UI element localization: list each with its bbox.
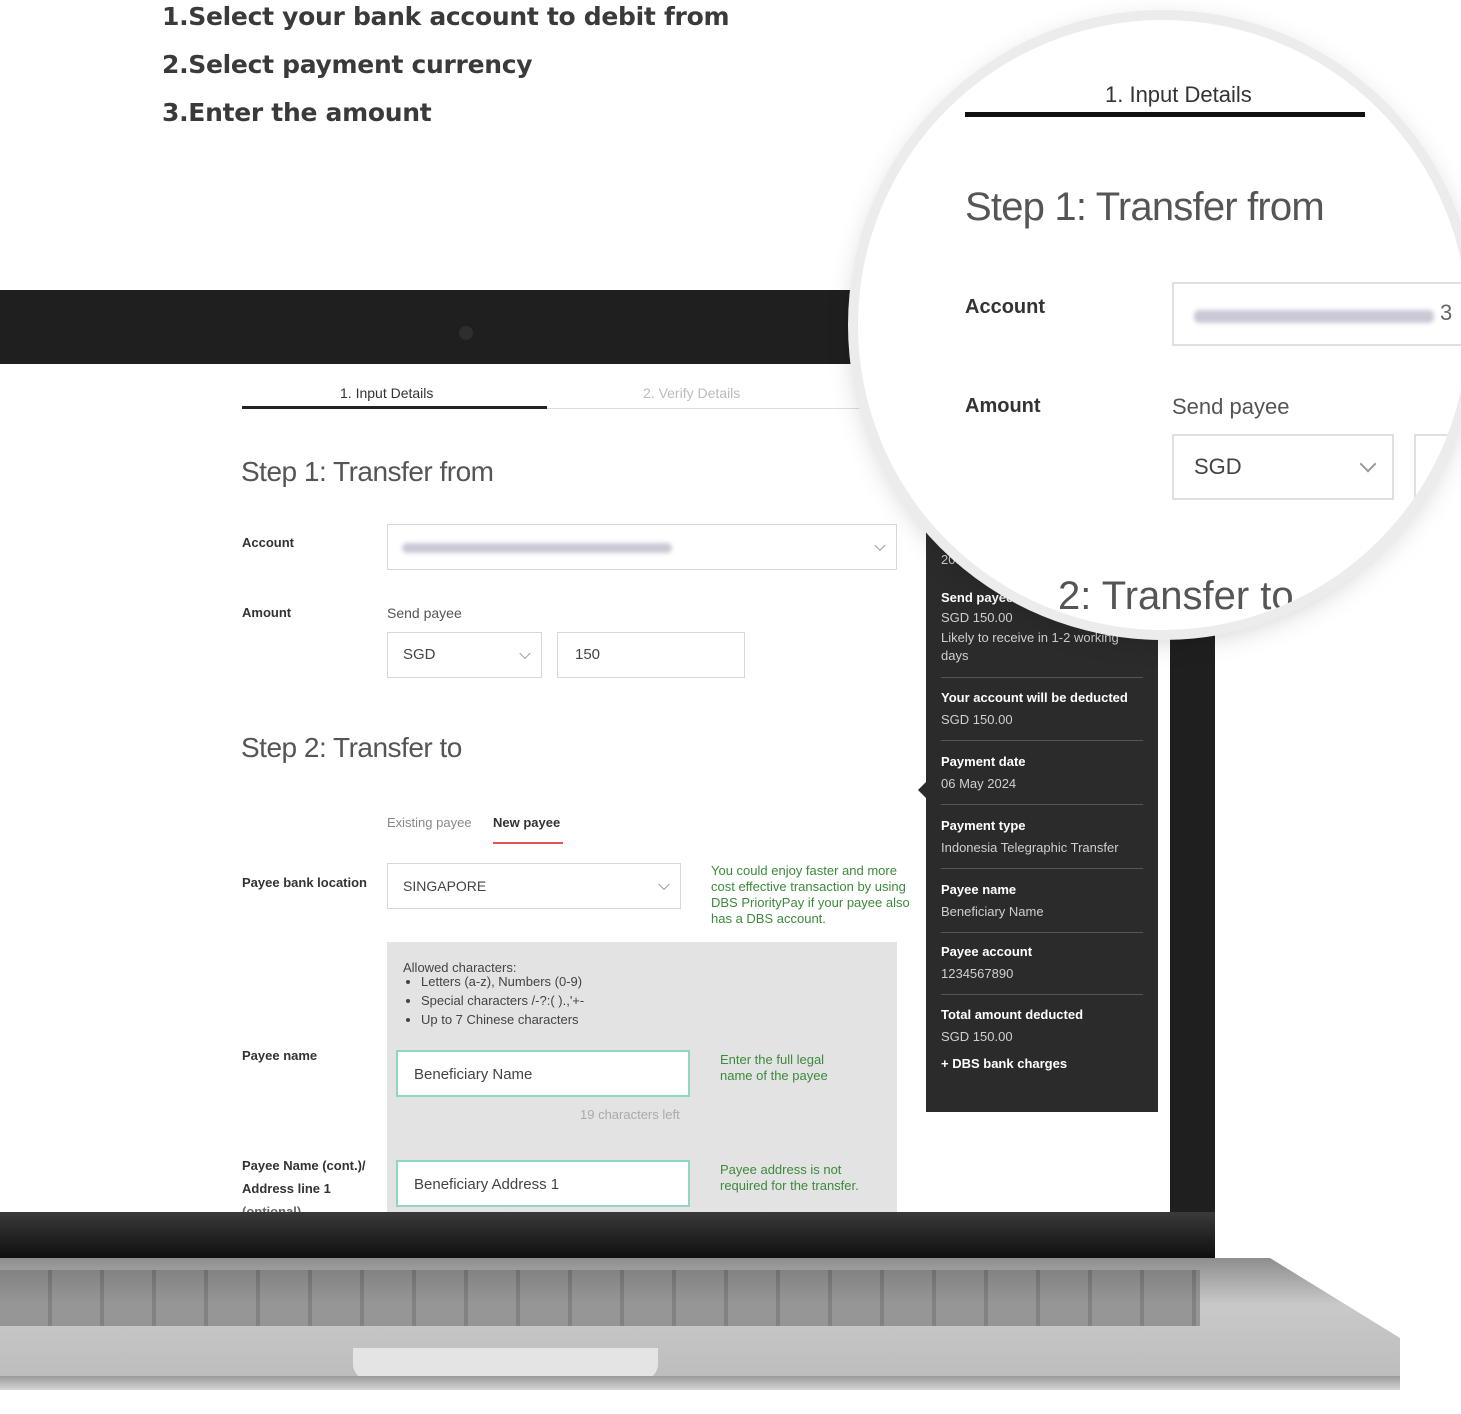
address-label-line1: Payee Name (cont.)/ (242, 1158, 366, 1173)
masked-account-number (402, 543, 672, 553)
divider (941, 740, 1143, 741)
magnified-tab-input-details: 1. Input Details (1105, 82, 1252, 107)
payee-bank-location-select[interactable]: SINGAPORE (387, 863, 681, 909)
amount-label: Amount (242, 605, 292, 620)
laptop-front-edge (0, 1376, 1400, 1390)
magnified-amount-label: Amount (965, 395, 1041, 417)
chevron-down-icon (874, 539, 886, 552)
divider (941, 932, 1143, 933)
tab-verify-details[interactable]: 2. Verify Details (643, 385, 740, 401)
summary-payee-name: Payee name Beneficiary Name (941, 882, 1143, 921)
webcam-icon (459, 326, 473, 340)
step1-title: Step 1: Transfer from (241, 456, 494, 487)
chevron-down-icon (658, 878, 670, 891)
characters-left: 19 characters left (580, 1107, 680, 1122)
tab-divider (547, 408, 867, 409)
instruction-1: 1.Select your bank account to debit from (162, 2, 730, 31)
summary-total: Total amount deducted SGD 150.00 + DBS b… (941, 1007, 1143, 1071)
payee-name-hint: Enter the full legal name of the payee (720, 1052, 828, 1083)
account-select[interactable] (387, 524, 897, 570)
magnified-currency-value: SGD (1194, 454, 1242, 479)
instruction-3: 3.Enter the amount (162, 98, 432, 127)
magnified-amount-input (1414, 434, 1461, 500)
active-tab-underline (242, 406, 547, 409)
magnifier-callout: 1. Input Details Step 1: Transfer from A… (858, 20, 1461, 630)
divider (941, 994, 1143, 995)
tab-new-payee[interactable]: New payee (493, 815, 560, 830)
allowed-characters-list: Letters (a-z), Numbers (0-9) Special cha… (403, 972, 584, 1029)
chevron-down-icon (519, 647, 531, 660)
summary-payee-account-value: 1234567890 (941, 966, 1014, 981)
payee-address-input[interactable]: Beneficiary Address 1 (396, 1160, 690, 1207)
summary-deducted-heading: Your account will be deducted (941, 690, 1128, 705)
magnified-tab-underline (965, 112, 1365, 117)
divider (941, 804, 1143, 805)
list-item: Up to 7 Chinese characters (421, 1010, 584, 1029)
summary-payment-type-value: Indonesia Telegraphic Transfer (941, 840, 1119, 855)
magnified-step1-title: Step 1: Transfer from (965, 185, 1325, 229)
account-label: Account (242, 535, 294, 550)
list-item: Letters (a-z), Numbers (0-9) (421, 972, 584, 991)
summary-payment-type: Payment type Indonesia Telegraphic Trans… (941, 818, 1143, 857)
magnified-currency-select: SGD (1172, 434, 1394, 500)
summary-payment-date-value: 06 May 2024 (941, 776, 1017, 791)
summary-total-value: SGD 150.00 (941, 1029, 1013, 1044)
magnified-step2-title: 2: Transfer to (1058, 574, 1294, 618)
summary-payee-name-value: Beneficiary Name (941, 904, 1044, 919)
currency-select[interactable]: SGD (387, 632, 542, 678)
summary-deducted: Your account will be deducted SGD 150.00 (941, 690, 1143, 729)
payee-bank-location-value: SINGAPORE (403, 878, 487, 894)
summary-total-heading: Total amount deducted (941, 1007, 1084, 1022)
summary-pointer (918, 782, 926, 798)
payee-name-label: Payee name (242, 1048, 318, 1063)
summary-payment-date: Payment date 06 May 2024 (941, 754, 1143, 793)
summary-payee-name-heading: Payee name (941, 882, 1017, 897)
summary-payment-type-heading: Payment type (941, 818, 1026, 833)
amount-input[interactable]: 150 (557, 632, 745, 678)
masked-account-number (1194, 310, 1434, 323)
summary-send-payee-eta: Likely to receive in 1-2 working days (941, 630, 1119, 663)
address-label-line2: Address line 1 (242, 1181, 331, 1196)
prioritypay-hint: You could enjoy faster and more cost eff… (711, 863, 910, 926)
magnified-send-payee-label: Send payee (1172, 394, 1290, 419)
step2-title: Step 2: Transfer to (241, 732, 462, 763)
divider (941, 868, 1143, 869)
tab-input-details[interactable]: 1. Input Details (340, 385, 433, 401)
instruction-2: 2.Select payment currency (162, 50, 533, 79)
magnified-account-label: Account (965, 296, 1045, 318)
summary-payee-account-heading: Payee account (941, 944, 1033, 959)
list-item: Special characters /-?:( ).,'+- (421, 991, 584, 1010)
chevron-down-icon (1359, 455, 1377, 473)
laptop-hinge (0, 1212, 1215, 1260)
divider (941, 677, 1143, 678)
magnified-account-tail: 3 (1440, 300, 1453, 325)
summary-bank-charges: + DBS bank charges (941, 1056, 1068, 1071)
payee-address-hint: Payee address is not required for the tr… (720, 1162, 859, 1193)
payee-name-input[interactable]: Beneficiary Name (396, 1050, 690, 1097)
summary-payee-account: Payee account 1234567890 (941, 944, 1143, 983)
tab-existing-payee[interactable]: Existing payee (387, 815, 472, 830)
currency-value: SGD (403, 646, 436, 663)
magnified-account-select: 3 (1172, 282, 1461, 346)
send-payee-label: Send payee (387, 605, 462, 621)
summary-deducted-value: SGD 150.00 (941, 712, 1013, 727)
new-payee-underline (493, 842, 563, 844)
laptop-keyboard (0, 1270, 1200, 1326)
summary-payment-date-heading: Payment date (941, 754, 1026, 769)
payee-bank-location-label: Payee bank location (242, 875, 367, 890)
